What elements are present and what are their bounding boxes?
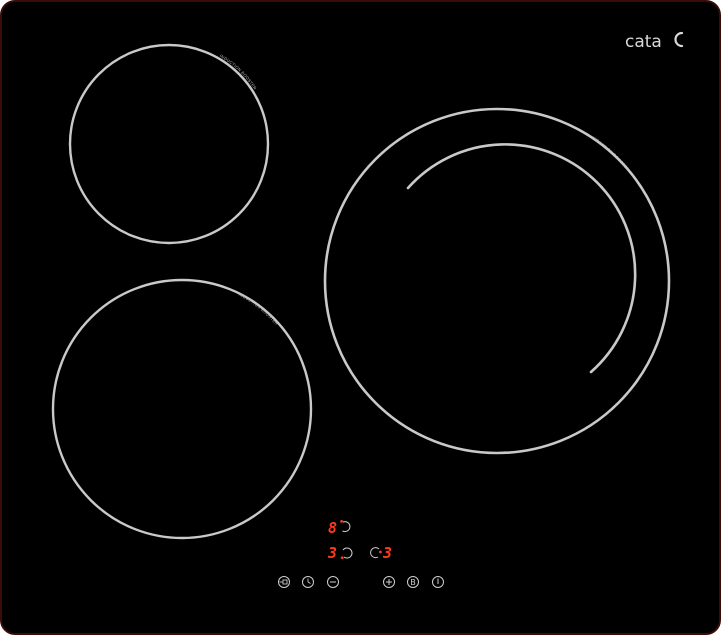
brand-name: cata [625, 32, 662, 52]
induction-hob: cata INDUCTION BOOSTER INDUCTION BOOSTER… [0, 0, 721, 635]
level-digit: 3 [327, 544, 337, 562]
booster-icon: B [410, 578, 416, 587]
hob-frame [0, 0, 721, 635]
hob-surface: cata INDUCTION BOOSTER INDUCTION BOOSTER… [0, 0, 721, 635]
indicator-dot [379, 550, 382, 554]
level-digit: 8 [328, 519, 337, 537]
indicator-dot [340, 556, 344, 560]
indicator-dot [340, 520, 343, 523]
level-digit: 3 [382, 544, 392, 562]
